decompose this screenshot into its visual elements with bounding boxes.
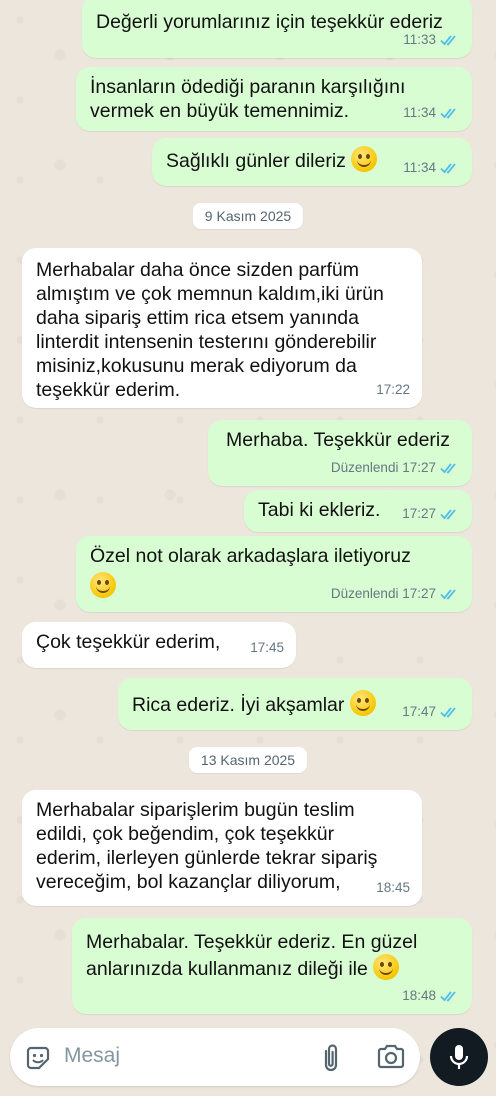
message-incoming[interactable]: Merhabalar daha önce sizden parfüm almış…	[22, 248, 422, 408]
message-time: 11:34	[403, 160, 436, 175]
message-time: Düzenlendi 17:27	[330, 586, 436, 601]
date-separator: 9 Kasım 2025	[192, 203, 304, 229]
smiling-face-emoji	[90, 572, 116, 598]
date-separator: 13 Kasım 2025	[188, 747, 308, 773]
message-text: Özel not olarak arkadaşlara iletiyoruz	[90, 545, 411, 567]
message-time: 11:34	[403, 105, 436, 120]
message-meta: 11:34	[403, 101, 460, 125]
message-time: 18:48	[402, 988, 436, 1003]
message-composer: Mesaj	[10, 1028, 420, 1086]
message-incoming[interactable]: Çok teşekkür ederim, 17:45	[22, 622, 296, 668]
message-outgoing[interactable]: Merhabalar. Teşekkür ederiz. En güzel an…	[72, 918, 472, 1014]
message-text: Rica ederiz. İyi akşamlar	[132, 694, 345, 716]
message-outgoing[interactable]: Özel not olarak arkadaşlara iletiyoruz D…	[76, 536, 472, 612]
message-meta: 18:45	[376, 876, 410, 900]
message-time: 17:45	[250, 640, 284, 655]
message-meta: Düzenlendi 17:27	[331, 456, 460, 480]
message-outgoing[interactable]: İnsanların ödediği paranın karşılığını v…	[76, 67, 472, 131]
message-text: Çok teşekkür ederim,	[36, 631, 221, 653]
message-time: 18:45	[376, 880, 410, 895]
message-text: Merhabalar. Teşekkür ederiz. En güzel an…	[86, 931, 418, 980]
paperclip-icon[interactable]	[320, 1043, 342, 1073]
message-time: 17:27	[402, 506, 436, 521]
microphone-icon	[449, 1045, 469, 1069]
double-check-icon	[440, 509, 456, 520]
double-check-icon	[440, 108, 456, 119]
message-meta: 17:47	[402, 700, 460, 724]
message-meta: 17:45	[250, 636, 284, 660]
message-meta: 11:33	[403, 28, 460, 52]
chat-background: Değerli yorumlarınız için teşekkür ederi…	[0, 0, 496, 1096]
message-input[interactable]: Mesaj	[64, 1044, 120, 1068]
double-check-icon	[440, 463, 456, 474]
message-meta: 11:34	[403, 156, 460, 180]
message-time: 17:22	[376, 382, 410, 397]
camera-icon[interactable]	[376, 1044, 406, 1070]
message-meta: 17:22	[376, 378, 410, 402]
message-meta: 17:27	[402, 502, 460, 526]
message-text: Merhabalar siparişlerim bugün teslim edi…	[36, 799, 378, 893]
message-outgoing[interactable]: Rica ederiz. İyi akşamlar 17:47	[118, 678, 472, 730]
smiling-face-emoji	[351, 146, 378, 172]
sticker-smile-icon[interactable]	[24, 1044, 52, 1072]
message-outgoing[interactable]: Sağlıklı günler dileriz 11:34	[152, 138, 472, 186]
double-check-icon	[440, 163, 456, 174]
smiling-face-emoji	[373, 954, 400, 980]
message-incoming[interactable]: Merhabalar siparişlerim bugün teslim edi…	[22, 790, 422, 906]
smiling-face-emoji	[349, 690, 376, 716]
message-text: Sağlıklı günler dileriz	[166, 150, 346, 172]
double-check-icon	[440, 707, 456, 718]
message-time: Düzenlendi 17:27	[330, 460, 436, 475]
message-text: Tabi ki ekleriz.	[258, 499, 381, 521]
message-time: 17:47	[402, 704, 436, 719]
message-outgoing[interactable]: Tabi ki ekleriz. 17:27	[244, 490, 472, 532]
message-text: Merhabalar daha önce sizden parfüm almış…	[36, 259, 384, 401]
message-outgoing[interactable]: Değerli yorumlarınız için teşekkür ederi…	[82, 0, 472, 58]
message-meta: Düzenlendi 17:27	[331, 582, 460, 606]
double-check-icon	[440, 991, 456, 1002]
double-check-icon	[440, 35, 456, 46]
message-time: 11:33	[403, 32, 436, 47]
message-outgoing[interactable]: Merhaba. Teşekkür ederiz Düzenlendi 17:2…	[208, 420, 472, 486]
double-check-icon	[440, 589, 456, 600]
mic-button[interactable]	[430, 1028, 488, 1086]
message-text: Merhaba. Teşekkür ederiz	[226, 429, 451, 451]
message-meta: 18:48	[402, 984, 460, 1008]
